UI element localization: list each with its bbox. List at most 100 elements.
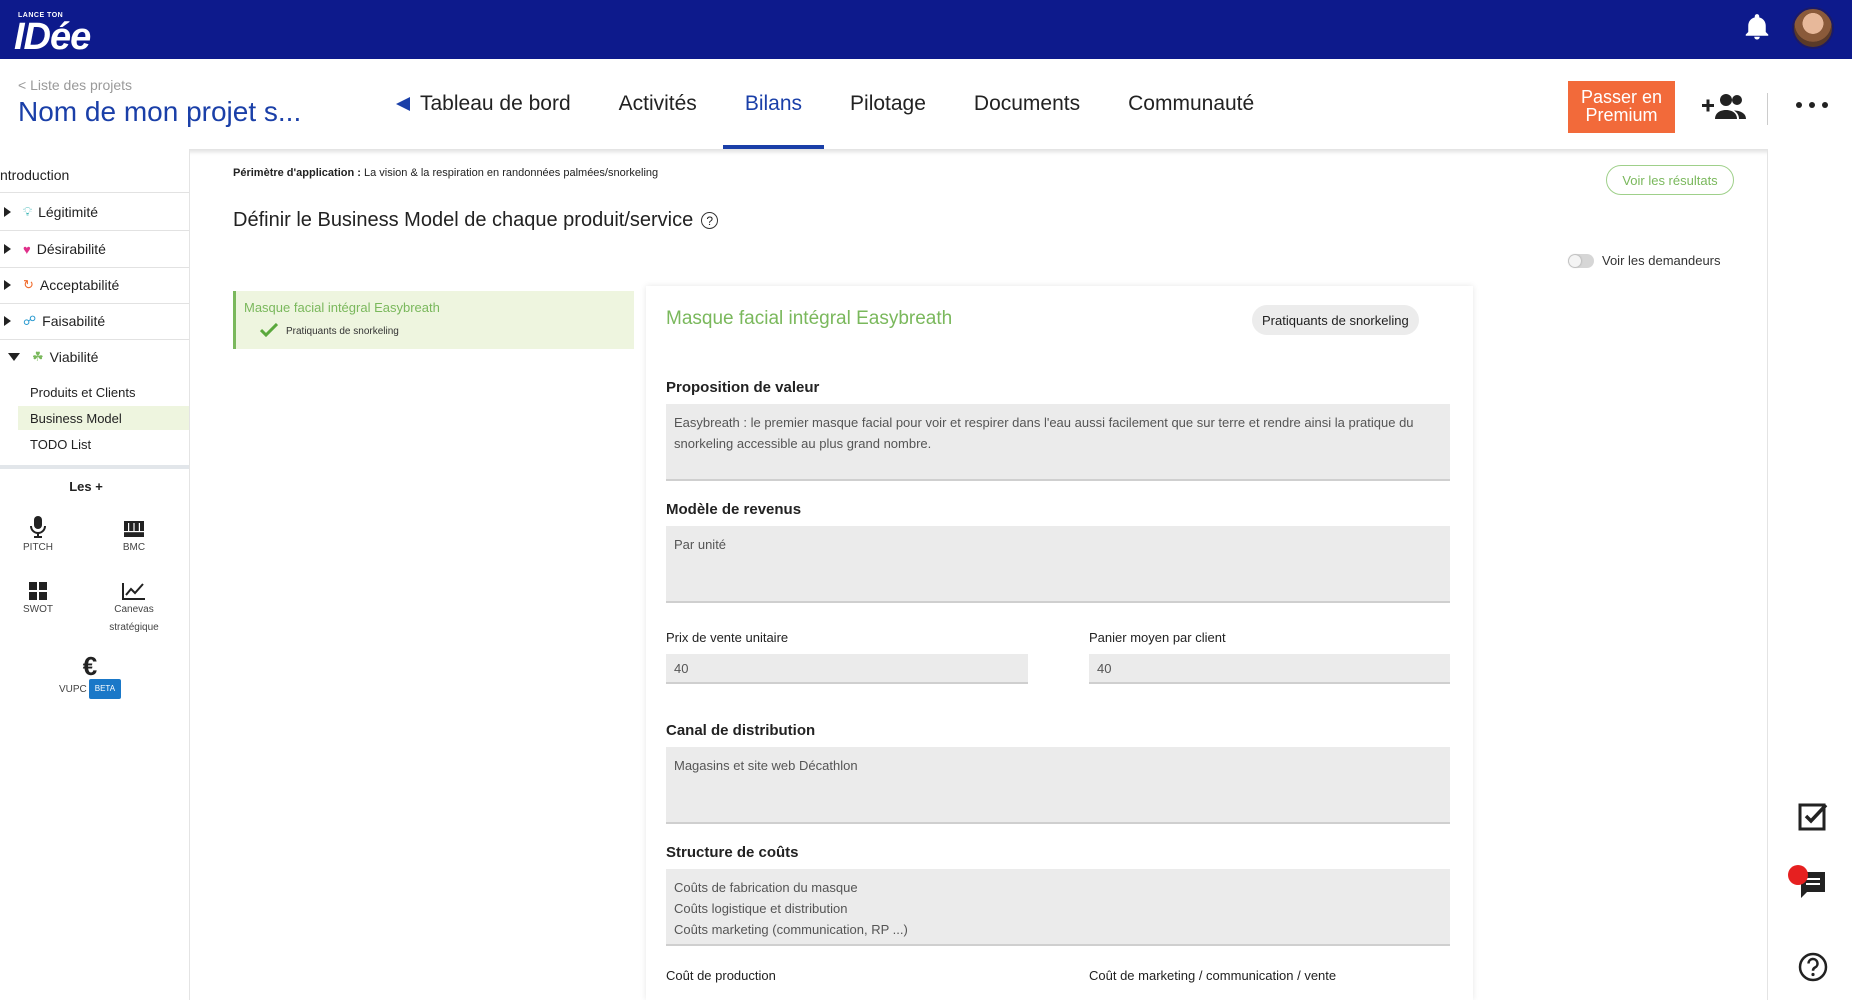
help-icon[interactable] [1797,951,1829,983]
user-avatar[interactable] [1792,7,1834,49]
sidebar-divider [0,192,189,193]
perimetre-label: Périmètre d'application : [233,167,361,179]
beta-badge: BETA [88,679,122,699]
sidebar-item-desirabilite[interactable]: ♥ Désirabilité [0,231,189,267]
tool-vupc[interactable]: € VUPC BETA [50,651,130,700]
sidebar-item-acceptabilite[interactable]: ↻ Acceptabilité [0,267,189,303]
tab-label: Bilans [744,92,803,115]
tab-label: Pilotage [850,92,926,115]
value-prop-field[interactable]: Easybreath : le premier masque facial po… [666,404,1450,481]
sidebar-item-legitimite[interactable]: 💡︎ Légitimité [0,194,189,230]
caret-down-icon [8,353,20,361]
tab-tableau-de-bord[interactable]: Tableau de bord [372,59,595,149]
form-title: Masque facial intégral Easybreath [666,308,953,329]
tool-pitch[interactable]: PITCH [3,511,73,557]
revenue-model-field[interactable]: Par unité [666,526,1450,603]
business-model-form: Masque facial intégral Easybreath Pratiq… [646,286,1473,1000]
tool-label: VUPC [58,684,87,695]
app-logo[interactable]: LANCE TON IDée [14,4,114,58]
link-icon: ☍ [23,313,37,328]
sidebar-subitem-todo-list[interactable]: TODO List [18,432,189,456]
toggle-label: Voir les demandeurs [1602,253,1721,268]
tool-swot[interactable]: SWOT [3,573,73,619]
tab-label: Tableau de bord [420,92,571,115]
voir-resultats-button[interactable]: Voir les résultats [1606,165,1734,195]
revenue-model-label: Modèle de revenus [666,501,802,518]
tab-activites[interactable]: Activités [595,59,721,149]
tool-canevas-strategique[interactable]: Canevas stratégique [99,573,169,637]
cost-structure-label: Structure de coûts [666,844,799,861]
sidebar-item-label: Légitimité [38,204,99,220]
toggle-demandeurs[interactable]: Voir les demandeurs [1568,253,1721,268]
les-plus-heading: Les + [69,479,103,494]
basket-label: Panier moyen par client [1089,630,1226,645]
sprout-icon: ☘ [32,349,44,364]
caret-right-icon [4,280,11,290]
sidebar-item-label: Acceptabilité [39,277,120,293]
right-rail [1767,149,1852,1000]
tab-pilotage[interactable]: Pilotage [826,59,950,149]
bell-icon[interactable] [1742,12,1772,42]
breadcrumb-projects[interactable]: < Liste des projets [18,77,132,93]
lightbulb-icon: 💡︎ [23,204,33,219]
four-squares-icon [29,582,47,600]
sidebar-item-faisabilite[interactable]: ☍ Faisabilité [0,303,189,339]
perimetre-line: Périmètre d'application : La vision & la… [233,167,658,179]
sidebar-subitem-produits-clients[interactable]: Produits et Clients [18,380,189,404]
microphone-icon [30,516,46,538]
product-name: Masque facial intégral Easybreath [244,300,440,315]
tool-label: SWOT [23,604,53,615]
cost-structure-field[interactable]: Coûts de fabrication du masque Coûts log… [666,869,1450,946]
sidebar-subitem-business-model[interactable]: Business Model [18,406,189,430]
value-prop-label: Proposition de valeur [666,379,820,396]
main-tabs: Tableau de bord Activités Bilans Pilotag… [372,59,1278,149]
sidebar-item-viabilite[interactable]: ☘ Viabilité [0,339,189,375]
sidebar-introduction[interactable]: ntroduction [0,167,69,183]
grid-board-icon [124,521,144,537]
sidebar-item-label: Désirabilité [36,241,106,257]
project-title: Nom de mon projet s... [18,96,302,127]
tool-label: PITCH [23,542,53,553]
marketing-cost-label: Coût de marketing / communication / vent… [1089,968,1337,983]
top-bar: LANCE TON IDée [0,0,1852,59]
unit-price-label: Prix de vente unitaire [666,630,789,645]
caret-right-icon [4,244,11,254]
more-options-icon[interactable] [1796,99,1828,111]
channel-field[interactable]: Magasins et site web Décathlon [666,747,1450,824]
checkbox-checked-icon[interactable] [1797,800,1829,832]
toggle-switch[interactable] [1568,253,1594,268]
header-separator [1767,93,1768,125]
sidebar-item-label: Viabilité [49,349,99,365]
line-chart-icon [122,583,145,600]
heart-icon: ♥ [23,241,31,257]
euro-icon: € [82,651,98,681]
logo-text: IDée [14,16,91,58]
section-title: Définir le Business Model de chaque prod… [233,209,719,232]
tab-communaute[interactable]: Communauté [1104,59,1278,149]
tab-documents[interactable]: Documents [950,59,1104,149]
tab-bilans[interactable]: Bilans [721,59,826,149]
segment-chip: Pratiquants de snorkeling [1252,305,1419,335]
product-list-item[interactable]: Masque facial intégral Easybreath Pratiq… [233,291,634,349]
project-header: < Liste des projets Nom de mon projet s.… [0,59,1852,149]
tab-label: Documents [973,92,1081,115]
tool-bmc[interactable]: BMC [99,511,169,557]
notification-dot [1788,865,1808,885]
check-icon [260,323,278,337]
caret-right-icon [4,316,11,326]
tab-label: Communauté [1128,92,1255,115]
basket-input[interactable]: 40 [1089,654,1450,684]
unit-price-input[interactable]: 40 [666,654,1028,684]
product-segment: Pratiquants de snorkeling [286,326,399,337]
perimetre-value: La vision & la respiration en randonnées… [364,167,659,179]
caret-right-icon [4,207,11,217]
tab-label: Activités [618,92,697,115]
tool-label: BMC [122,542,146,553]
channel-label: Canal de distribution [666,722,816,739]
add-user-icon[interactable] [1700,91,1748,121]
main-content: Périmètre d'application : La vision & la… [190,149,1767,1000]
premium-button[interactable]: Passer en Premium [1568,81,1675,133]
question-circle-icon[interactable]: ? [701,212,719,229]
back-arrow-icon [396,97,410,111]
production-cost-label: Coût de production [666,968,776,983]
